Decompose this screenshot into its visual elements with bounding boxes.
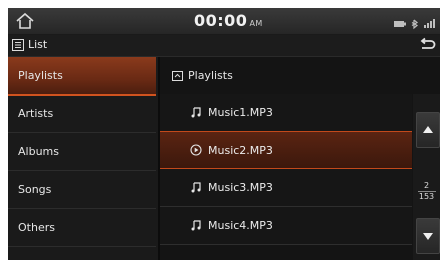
page-current: 2 xyxy=(423,181,430,190)
home-button[interactable] xyxy=(14,11,36,31)
triangle-up-icon xyxy=(423,126,433,133)
back-button[interactable] xyxy=(418,37,436,53)
list-item[interactable]: Music1.MP3 xyxy=(160,94,412,132)
sidebar-item-label: Others xyxy=(18,221,55,234)
list-item[interactable]: Music4.MP3 xyxy=(160,207,412,245)
track-name: Music3.MP3 xyxy=(208,181,273,194)
list-item-playing[interactable]: Music2.MP3 xyxy=(160,131,412,169)
sidebar-item-albums[interactable]: Albums xyxy=(8,133,156,171)
sidebar-item-label: Songs xyxy=(18,183,52,196)
music-note-icon xyxy=(191,182,201,193)
clock-time: 00:00 xyxy=(194,11,248,30)
list-icon xyxy=(12,39,24,51)
status-bar: 00:00 AM xyxy=(8,8,440,35)
signal-icon xyxy=(424,19,435,28)
play-circle-icon xyxy=(190,144,202,156)
sidebar-item-label: Playlists xyxy=(18,69,63,82)
bluetooth-icon xyxy=(411,19,419,30)
list-item[interactable]: Music3.MP3 xyxy=(160,169,412,207)
sidebar-item-others[interactable]: Others xyxy=(8,209,156,247)
music-note-icon xyxy=(191,107,201,118)
sidebar-item-songs[interactable]: Songs xyxy=(8,171,156,209)
music-note-icon xyxy=(191,220,201,231)
scroll-up-button[interactable] xyxy=(416,112,440,148)
track-name: Music4.MP3 xyxy=(208,219,273,232)
sidebar-item-playlists[interactable]: Playlists xyxy=(8,57,156,96)
track-name: Music2.MP3 xyxy=(208,144,273,157)
page-title: List xyxy=(28,38,48,51)
breadcrumb-label: Playlists xyxy=(188,69,233,82)
triangle-down-icon xyxy=(423,233,433,240)
scroll-down-button[interactable] xyxy=(416,218,440,254)
folder-up-icon xyxy=(172,71,183,81)
sidebar-item-label: Albums xyxy=(18,145,59,158)
sidebar-item-artists[interactable]: Artists xyxy=(8,95,156,133)
back-arrow-icon xyxy=(420,37,436,49)
clock: 00:00 AM xyxy=(194,11,263,30)
breadcrumb[interactable]: Playlists xyxy=(160,57,440,94)
title-bar: List xyxy=(8,35,440,57)
status-icons xyxy=(392,15,440,30)
track-name: Music1.MP3 xyxy=(208,106,273,119)
home-icon xyxy=(16,12,34,29)
battery-icon xyxy=(394,21,406,27)
sidebar-item-label: Artists xyxy=(18,107,54,120)
media-screen: 00:00 AM List Playlists Artists Albums S… xyxy=(8,8,440,260)
clock-ampm: AM xyxy=(249,19,263,28)
page-total: 153 xyxy=(418,192,435,201)
